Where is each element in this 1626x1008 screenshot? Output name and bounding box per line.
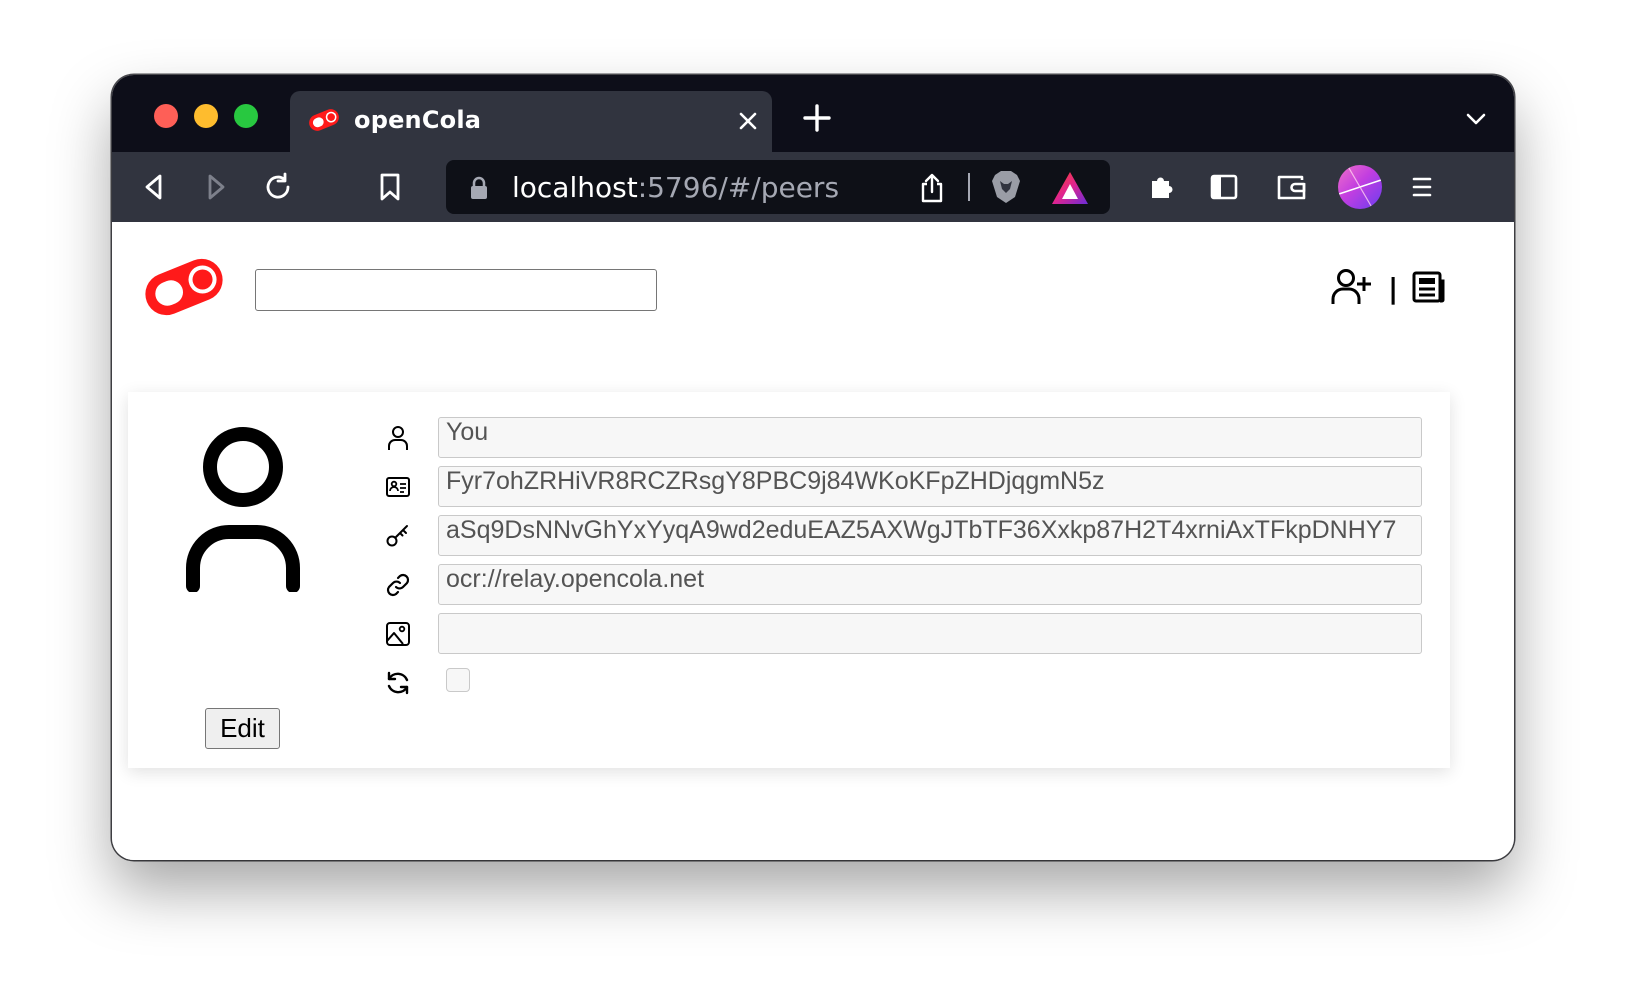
new-tab-icon[interactable]: [802, 103, 832, 133]
minimize-window-button[interactable]: [194, 104, 218, 128]
name-field[interactable]: You: [438, 417, 1422, 458]
id-field[interactable]: Fyr7ohZRHiVR8RCZRsgY8PBC9j84WKoKFpZHDjqg…: [438, 466, 1422, 507]
wallet-icon[interactable]: [1274, 171, 1308, 203]
feed-icon[interactable]: [1410, 269, 1446, 305]
url-text[interactable]: localhost:5796/#/peers: [512, 171, 839, 204]
opencola-favicon-icon: [309, 109, 339, 131]
share-icon[interactable]: [918, 173, 946, 203]
maximize-window-button[interactable]: [234, 104, 258, 128]
header-separator: |: [1388, 272, 1399, 305]
sync-row: [384, 662, 1424, 704]
edit-button[interactable]: Edit: [205, 708, 280, 749]
image-uri-field[interactable]: [438, 613, 1422, 654]
browser-toolbar: localhost:5796/#/peers: [112, 152, 1514, 222]
public-key-field[interactable]: aSq9DsNNvGhYxYyqA9wd2eduEAZ5AXWgJTbTF36X…: [438, 515, 1422, 556]
lock-icon[interactable]: [468, 176, 490, 200]
search-input[interactable]: [255, 269, 657, 311]
chevron-down-icon[interactable]: [1464, 107, 1488, 131]
user-avatar-icon: [186, 427, 300, 592]
address-bar[interactable]: localhost:5796/#/peers: [446, 160, 1110, 214]
close-tab-icon[interactable]: [736, 109, 760, 133]
close-window-button[interactable]: [154, 104, 178, 128]
opencola-logo-icon[interactable]: [138, 248, 230, 326]
sync-icon: [387, 671, 409, 695]
sync-checkbox[interactable]: [446, 668, 470, 692]
extensions-icon[interactable]: [1146, 171, 1178, 203]
address-row: ocr://relay.opencola.net: [384, 564, 1424, 606]
bookmark-icon[interactable]: [374, 171, 406, 203]
back-icon[interactable]: [138, 171, 170, 203]
profile-avatar-icon[interactable]: [1338, 165, 1382, 209]
reload-icon[interactable]: [262, 171, 294, 203]
url-path: :5796/#/peers: [637, 171, 840, 204]
key-icon: [386, 525, 408, 547]
public-key-row: aSq9DsNNvGhYxYyqA9wd2eduEAZ5AXWgJTbTF36X…: [384, 515, 1424, 557]
tab-strip: openCola: [112, 75, 1514, 152]
menu-icon[interactable]: [1406, 171, 1438, 203]
brave-shields-icon[interactable]: [989, 169, 1023, 205]
tab-opencola[interactable]: openCola: [290, 91, 772, 152]
image-icon: [386, 622, 410, 646]
browser-window: openCola localhost:5796/#/peers | Edit Y…: [112, 75, 1514, 860]
id-row: Fyr7ohZRHiVR8RCZRsgY8PBC9j84WKoKFpZHDjqg…: [384, 466, 1424, 508]
url-host: localhost: [512, 171, 638, 204]
id-card-icon: [386, 477, 410, 497]
image-row: [384, 613, 1424, 655]
tab-title: openCola: [354, 106, 482, 134]
url-divider: [968, 173, 970, 201]
forward-icon[interactable]: [200, 171, 232, 203]
profile-avatar-pattern-icon: [1338, 165, 1382, 209]
sidebar-icon[interactable]: [1208, 171, 1240, 203]
page-content: | Edit You Fyr7ohZRHiVR8RCZRsgY8PBC9j84W…: [112, 222, 1514, 860]
add-peer-icon[interactable]: [1330, 267, 1372, 307]
address-field[interactable]: ocr://relay.opencola.net: [438, 564, 1422, 605]
person-icon: [388, 426, 408, 450]
link-icon: [386, 573, 410, 597]
name-row: You: [384, 417, 1424, 459]
brave-rewards-icon[interactable]: [1050, 170, 1090, 206]
peer-card: Edit You Fyr7ohZRHiVR8RCZRsgY8PBC9j84WKo…: [128, 392, 1450, 768]
